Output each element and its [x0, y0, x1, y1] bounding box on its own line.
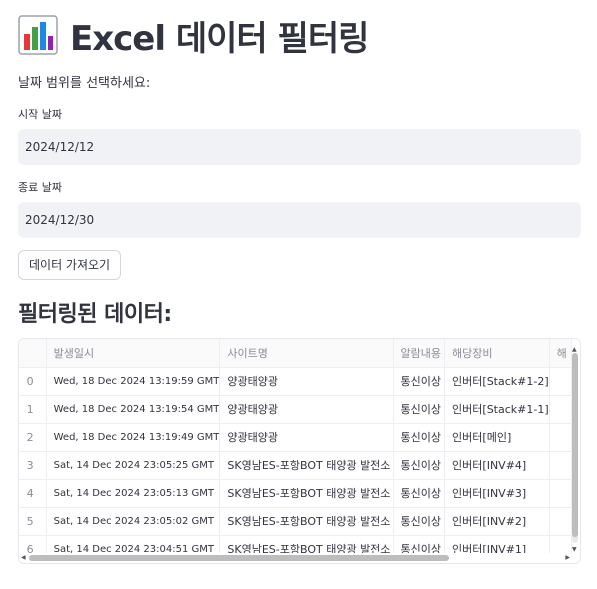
data-table: 발생일시 사이트명 알람내용 해당장비 해 0 Wed, 18 Dec 2024 13:1… — [19, 339, 572, 553]
row-index: 4 — [19, 479, 47, 508]
cell-device: 인버터[INV#1] — [444, 535, 550, 553]
scroll-right-icon[interactable]: ▶ — [565, 554, 570, 561]
cell-extra — [549, 451, 572, 480]
vertical-scrollbar[interactable]: ▲ ▼ — [571, 347, 579, 553]
cell-device: 인버터[Stack#1-2] — [444, 367, 550, 396]
row-index: 5 — [19, 507, 47, 536]
cell-alarm: 통신이상 — [393, 395, 446, 424]
cell-alarm: 통신이상 — [393, 535, 446, 553]
table-row[interactable]: 2 Wed, 18 Dec 2024 13:19:49 GMT 양광태양광 통신이상 인… — [19, 423, 572, 452]
scroll-left-icon[interactable]: ◀ — [21, 554, 26, 561]
table-row[interactable]: 6 Sat, 14 Dec 2024 23:04:51 GMT SK영남ES-포항B… — [19, 535, 572, 553]
cell-alarm: 통신이상 — [393, 451, 446, 480]
cell-datetime: Wed, 18 Dec 2024 13:19:59 GMT — [46, 367, 221, 396]
scroll-down-icon[interactable]: ▼ — [572, 547, 577, 553]
hscroll-thumb[interactable] — [29, 555, 449, 561]
cell-alarm: 통신이상 — [393, 507, 446, 536]
column-header[interactable]: 해당장비 — [444, 339, 550, 368]
column-header[interactable]: 해 — [549, 339, 572, 368]
cell-extra — [549, 479, 572, 508]
row-index: 6 — [19, 535, 47, 553]
table-row[interactable]: 4 Sat, 14 Dec 2024 23:05:13 GMT SK영남ES-포항B… — [19, 479, 572, 508]
cell-alarm: 통신이상 — [393, 367, 446, 396]
cell-site: SK영남ES-포항BOT 태양광 발전소 — [219, 479, 394, 508]
row-index: 1 — [19, 395, 47, 424]
cell-extra — [549, 507, 572, 536]
end-date-input[interactable]: 2024/12/30 — [18, 202, 581, 238]
cell-alarm: 통신이상 — [393, 479, 446, 508]
table-header-row: 발생일시 사이트명 알람내용 해당장비 해 — [19, 339, 572, 368]
cell-datetime: Wed, 18 Dec 2024 13:19:54 GMT — [46, 395, 221, 424]
results-heading: 필터링된 데이터: — [18, 302, 172, 327]
page-title: Excel 데이터 필터링 — [18, 12, 369, 59]
row-index: 3 — [19, 451, 47, 480]
cell-device: 인버터[Stack#1-1] — [444, 395, 550, 424]
cell-site: SK영남ES-포항BOT 태양광 발전소 — [219, 535, 394, 553]
column-header[interactable] — [19, 339, 47, 368]
table-row[interactable]: 1 Wed, 18 Dec 2024 13:19:54 GMT 양광태양광 통신이상 인… — [19, 395, 572, 424]
cell-datetime: Sat, 14 Dec 2024 23:05:13 GMT — [46, 479, 221, 508]
row-index: 2 — [19, 423, 47, 452]
bar-chart-icon — [18, 15, 58, 55]
start-date-label: 시작 날짜 — [18, 108, 62, 121]
cell-datetime: Sat, 14 Dec 2024 23:05:25 GMT — [46, 451, 221, 480]
end-date-label: 종료 날짜 — [18, 181, 62, 194]
cell-alarm: 통신이상 — [393, 423, 446, 452]
cell-device: 인버터[메인] — [444, 423, 550, 452]
data-grid[interactable]: 발생일시 사이트명 알람내용 해당장비 해 0 Wed, 18 Dec 2024 13:1… — [18, 338, 581, 564]
cell-extra — [549, 367, 572, 396]
cell-site: 양광태양광 — [219, 395, 394, 424]
cell-site: 양광태양광 — [219, 423, 394, 452]
cell-datetime: Sat, 14 Dec 2024 23:04:51 GMT — [46, 535, 221, 553]
cell-site: 양광태양광 — [219, 367, 394, 396]
cell-datetime: Wed, 18 Dec 2024 13:19:49 GMT — [46, 423, 221, 452]
column-header[interactable]: 알람내용 — [393, 339, 446, 368]
cell-device: 인버터[INV#4] — [444, 451, 550, 480]
fetch-data-button[interactable]: 데이터 가져오기 — [18, 250, 122, 280]
cell-extra — [549, 423, 572, 452]
column-header[interactable]: 발생일시 — [46, 339, 221, 368]
table-row[interactable]: 3 Sat, 14 Dec 2024 23:05:25 GMT SK영남ES-포항B… — [19, 451, 572, 480]
cell-extra — [549, 535, 572, 553]
cell-device: 인버터[INV#3] — [444, 479, 550, 508]
start-date-input[interactable]: 2024/12/12 — [18, 129, 581, 165]
page-title-text: Excel 데이터 필터링 — [70, 18, 369, 59]
table-row[interactable]: 5 Sat, 14 Dec 2024 23:05:02 GMT SK영남ES-포항B… — [19, 507, 572, 536]
column-header[interactable]: 사이트명 — [219, 339, 394, 368]
date-range-prompt: 날짜 범위를 선택하세요: — [18, 76, 151, 91]
table-row[interactable]: 0 Wed, 18 Dec 2024 13:19:59 GMT 양광태양광 통신이상 인… — [19, 367, 572, 396]
row-index: 0 — [19, 367, 47, 396]
cell-extra — [549, 395, 572, 424]
scroll-thumb[interactable] — [572, 353, 578, 537]
horizontal-scrollbar[interactable]: ◀ ▶ — [19, 553, 572, 562]
cell-site: SK영남ES-포항BOT 태양광 발전소 — [219, 507, 394, 536]
cell-device: 인버터[INV#2] — [444, 507, 550, 536]
cell-site: SK영남ES-포항BOT 태양광 발전소 — [219, 451, 394, 480]
cell-datetime: Sat, 14 Dec 2024 23:05:02 GMT — [46, 507, 221, 536]
